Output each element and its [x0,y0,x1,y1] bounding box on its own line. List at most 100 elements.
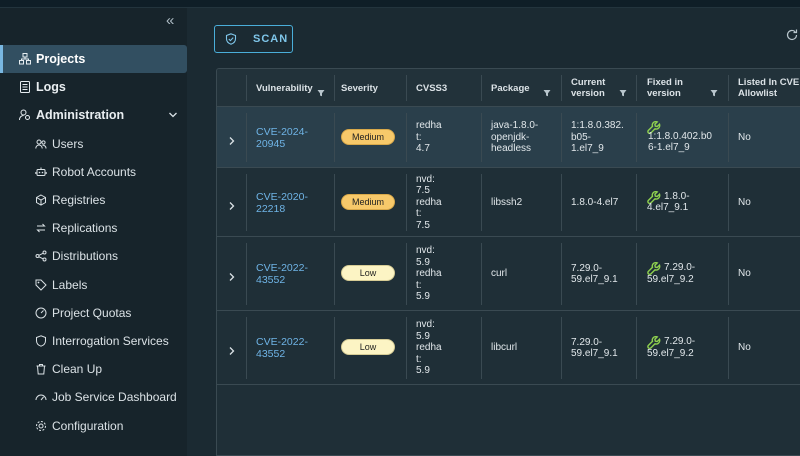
sidebar-item-label: Interrogation Services [52,333,169,348]
fixed-version: 1.8.0- 4.el7_9.1 [647,190,690,214]
header-cve-allowlist[interactable]: Listed In CVE Allowlist [738,69,799,107]
sidebar-item-label: Robot Accounts [52,164,137,179]
expand-row-icon[interactable] [228,198,236,210]
sidebar-item-label: Projects [36,52,86,67]
allowlist-status: No [738,268,751,279]
cve-link[interactable]: CVE-2024- 20945 [256,126,308,150]
severity-badge: Low [341,265,395,281]
current-version: 1:1.8.0.382. b05- 1.el7_9 [571,120,624,155]
header-severity[interactable]: Severity [341,69,378,107]
sidebar-item-label: Distributions [52,249,119,264]
expand-row-icon[interactable] [228,343,236,355]
sidebar-item-label: Project Quotas [52,305,132,320]
collapse-sidebar-icon[interactable]: « [166,13,180,29]
expand-row-icon[interactable] [228,269,236,281]
top-header-bar [0,0,800,8]
sidebar-item-label: Configuration [52,418,124,433]
sidebar-item-labels[interactable]: Labels [0,271,187,299]
refresh-icon[interactable] [785,28,799,42]
fixed-version: 7.29.0- 59.el7_9.2 [647,262,696,285]
sidebar-item-label: Users [52,136,84,151]
cve-link[interactable]: CVE-2022- 43552 [256,262,308,286]
sidebar-item-label: Job Service Dashboard [52,390,177,405]
sidebar-item-interrogation-services[interactable]: Interrogation Services [0,327,187,355]
users-icon [35,138,47,150]
filter-icon[interactable] [710,84,718,97]
current-version: 7.29.0- 59.el7_9.1 [571,336,618,360]
table-header: Vulnerability Severity CVSS3 Package Cur… [217,69,800,107]
sidebar-item-projects[interactable]: Projects [0,45,187,74]
sidebar-item-project-quotas[interactable]: Project Quotas [0,299,187,327]
sidebar-item-logs[interactable]: Logs [0,73,187,101]
header-vulnerability[interactable]: Vulnerability [256,69,313,107]
dashboard-icon [35,391,47,403]
projects-icon [19,53,31,65]
scan-label: SCAN [253,33,289,45]
trash-icon [35,363,47,375]
sidebar-item-label: Labels [52,277,88,292]
replication-icon [35,222,47,234]
severity-badge: Medium [341,193,395,210]
package-name: curl [491,268,508,280]
share-icon [35,250,47,262]
cvss-score: redha t: 4.7 [416,120,442,155]
sidebar-item-label: Registries [52,193,106,208]
admin-icon [19,109,31,121]
package-name: libcurl [491,342,518,354]
filter-icon[interactable] [619,84,627,97]
table-row[interactable]: CVE-2022- 43552 Low nvd: 5.9 redha t: 5.9 libcur… [217,311,800,385]
cvss-score: nvd: 7.5 redha t: 7.5 [416,173,442,231]
fixed-version: 7.29.0- 59.el7_9.2 [647,336,696,359]
allowlist-status: No [738,342,751,353]
cve-link[interactable]: CVE-2020- 22218 [256,191,308,215]
header-cvss3[interactable]: CVSS3 [416,69,447,107]
cvss-score: nvd: 5.9 redha t: 5.9 [416,319,442,377]
sidebar-item-clean-up[interactable]: Clean Up [0,355,187,383]
sidebar-nav: Projects Logs Administration Users Robot … [0,45,187,440]
fixed-version: 1:1.8.0.402.b0 6-1.el7_9 [648,130,712,154]
allowlist-status: No [738,131,751,143]
sidebar-item-label: Administration [36,108,125,123]
shield-check-icon [225,33,237,45]
vulnerability-table: Vulnerability Severity CVSS3 Package Cur… [216,68,800,456]
expand-row-icon[interactable] [228,133,236,145]
current-version: 7.29.0- 59.el7_9.1 [571,262,618,286]
sidebar-item-label: Logs [36,80,66,95]
sidebar-item-configuration[interactable]: Configuration [0,411,187,439]
sidebar-item-label: Replications [52,221,118,236]
gauge-icon [35,307,47,319]
table-row[interactable]: CVE-2020- 22218 Medium nvd: 7.5 redha t: 7.5 lib… [217,168,800,237]
package-name: libssh2 [491,196,523,208]
sidebar-item-label: Clean Up [52,362,103,377]
allowlist-status: No [738,196,751,208]
severity-badge: Low [341,339,395,355]
table-row[interactable]: CVE-2024- 20945 Medium redha t: 4.7 java-1.8.0… [217,107,800,168]
package-name: java-1.8.0- openjdk-headless [491,120,539,155]
severity-badge: Medium [341,128,395,145]
current-version: 1.8.0-4.el7 [571,196,619,208]
sidebar-item-administration[interactable]: Administration [0,101,187,129]
header-package[interactable]: Package [491,69,530,107]
sidebar-item-registries[interactable]: Registries [0,186,187,214]
robot-icon [35,166,47,178]
sidebar-item-replications[interactable]: Replications [0,214,187,242]
sidebar-item-robot-accounts[interactable]: Robot Accounts [0,158,187,186]
cve-link[interactable]: CVE-2022- 43552 [256,336,308,360]
header-fixed-version[interactable]: Fixed in version [647,69,683,107]
gear-icon [35,420,47,432]
logs-icon [19,81,31,94]
sidebar-item-job-service-dashboard[interactable]: Job Service Dashboard [0,383,187,411]
sidebar-item-users[interactable]: Users [0,130,187,158]
sidebar-item-distributions[interactable]: Distributions [0,242,187,270]
table-row[interactable]: CVE-2022- 43552 Low nvd: 5.9 redha t: 5.9 curl 7.… [217,237,800,311]
header-current-version[interactable]: Current version [571,69,605,107]
tag-icon [35,279,47,291]
scan-button[interactable]: SCAN [214,25,293,53]
sidebar: « Projects Logs Administration Users Robo… [0,8,187,456]
filter-icon[interactable] [543,84,551,97]
cube-icon [35,194,47,206]
chevron-down-icon[interactable] [168,109,178,119]
shield-icon [35,335,47,347]
cvss-score: nvd: 5.9 redha t: 5.9 [416,245,442,303]
filter-icon[interactable] [317,84,325,97]
